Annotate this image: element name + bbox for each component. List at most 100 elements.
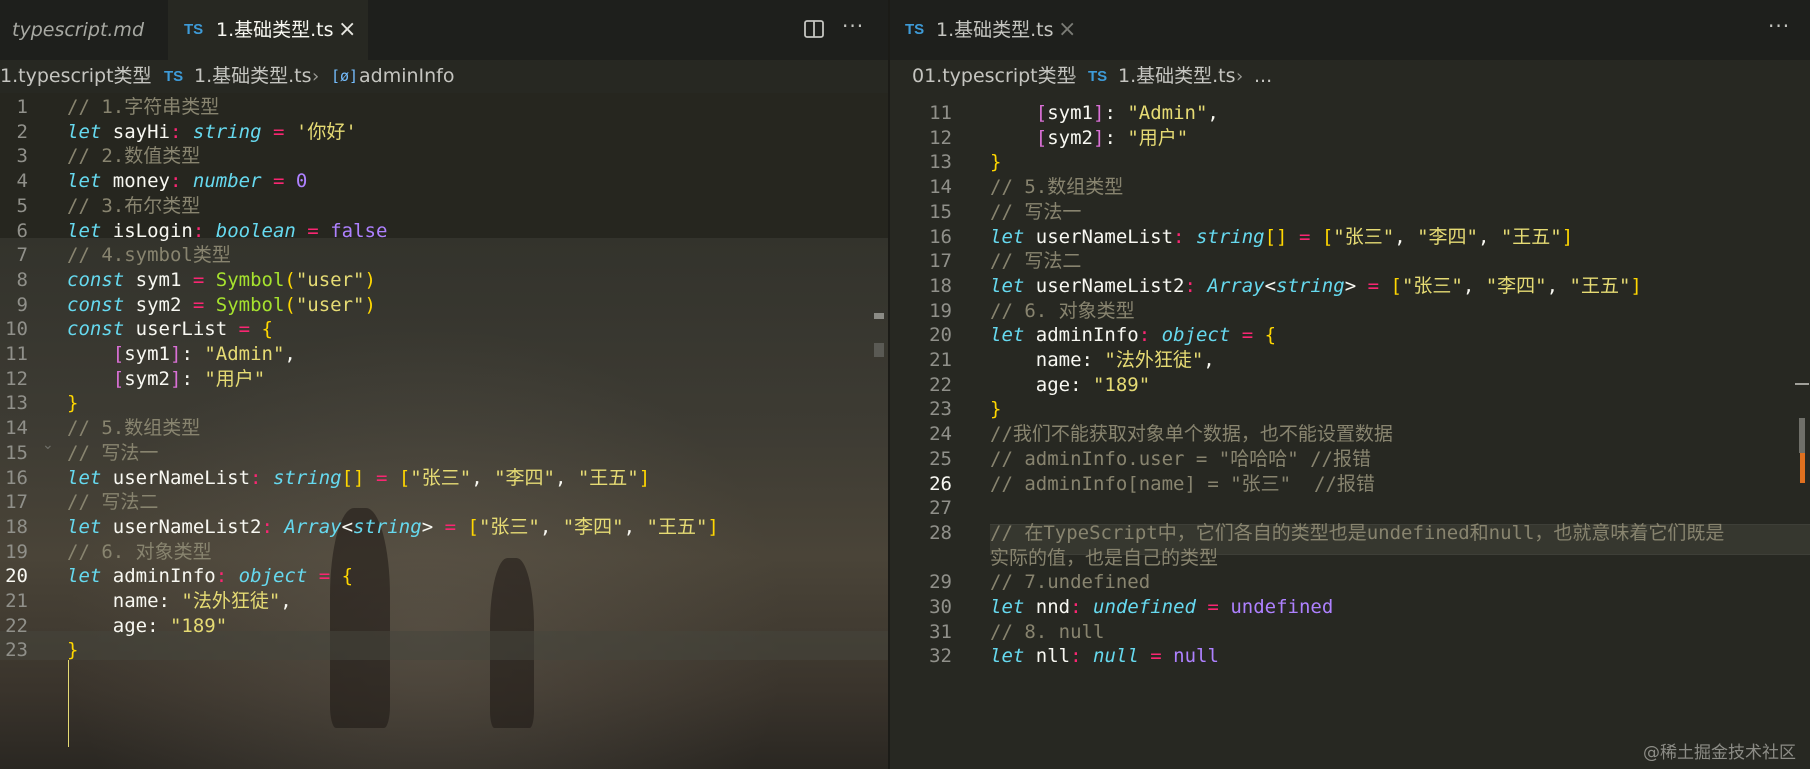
code-line[interactable]: 23}: [0, 636, 888, 665]
code-line[interactable]: 32 let nll: null = null: [890, 642, 1810, 671]
code-token: // 写法一: [67, 441, 159, 464]
code-token: }: [990, 398, 1002, 421]
code-token: :: [1184, 274, 1196, 297]
split-editor-icon[interactable]: [803, 18, 827, 42]
close-icon[interactable]: ×: [338, 0, 356, 60]
code-token: sym1: [124, 268, 193, 291]
code-token: money: [101, 170, 170, 193]
more-actions-icon[interactable]: ···: [842, 14, 866, 38]
code-token: :: [169, 170, 182, 193]
typescript-file-icon: TS: [1088, 68, 1108, 85]
code-token: nll: [1024, 645, 1071, 668]
code-token: =: [238, 318, 251, 341]
code-token: {: [1264, 324, 1277, 347]
code-editor-window: typescript.md TS 1.基础类型.ts × ··· 1.types…: [0, 0, 1810, 769]
code-token: //我们不能获取对象单个数据，也不能设置数据: [990, 423, 1393, 446]
code-token: =: [1207, 596, 1219, 618]
watermark: @稀土掘金技术社区: [1643, 743, 1796, 763]
code-token: ]: [707, 515, 719, 538]
code-token: let: [67, 219, 102, 242]
indent-guide: [68, 660, 69, 747]
code-token: =: [318, 565, 331, 588]
code-token: number: [192, 170, 262, 193]
code-token: :: [1104, 126, 1128, 149]
code-token: // 写法一: [990, 200, 1082, 223]
breadcrumb-symbol[interactable]: adminInfo: [359, 60, 455, 93]
code-token: ,: [539, 515, 563, 538]
code-token: string: [1195, 225, 1265, 248]
code-token: (: [284, 268, 296, 291]
code-token: }: [67, 392, 79, 415]
code-token: {: [261, 318, 273, 341]
code-token: ,: [1203, 349, 1215, 371]
tab-typescript-md[interactable]: typescript.md: [0, 0, 168, 60]
close-icon[interactable]: ×: [1058, 0, 1076, 60]
code-token: "189": [1092, 373, 1151, 396]
code-token: // 在TypeScript中，它们各自的类型也是undefined和null，…: [990, 521, 1725, 544]
code-token: ]: [1630, 274, 1642, 297]
tab-label: 1.基础类型.ts: [936, 19, 1054, 41]
code-token: // 8. null: [990, 620, 1105, 643]
code-token: ,: [1477, 225, 1501, 248]
code-token: let: [990, 324, 1025, 347]
code-token: =: [192, 293, 205, 316]
chevron-right-icon: ›: [1070, 66, 1078, 87]
code-token: string: [1276, 274, 1345, 297]
breadcrumb-file[interactable]: 1.基础类型.ts: [194, 60, 312, 93]
code-token: 0: [295, 170, 308, 193]
code-token: =: [444, 515, 457, 538]
code-token: // adminInfo.user = "哈哈哈" //报错: [990, 447, 1371, 470]
breadcrumb-folder[interactable]: 01.typescript类型: [912, 60, 1076, 93]
code-token: :: [250, 466, 262, 489]
tab-basic-types-ts[interactable]: TS 1.基础类型.ts ×: [890, 0, 1086, 60]
code-token: userNameList2: [101, 515, 262, 538]
scrollbar-thumb[interactable]: [1799, 418, 1805, 453]
code-area-right[interactable]: 11 [sym1]: "Admin", 12 [sym2]: "用户" 13} 14/…: [890, 93, 1810, 769]
code-token: >: [421, 515, 445, 538]
code-token: string: [353, 515, 422, 538]
more-actions-icon[interactable]: ···: [1768, 14, 1792, 38]
breadcrumb: 1.typescript类型 › TS 1.基础类型.ts › [ø] admi…: [0, 60, 888, 93]
code-token: ,: [554, 466, 578, 489]
code-area-left[interactable]: ⌄ 1// 1.字符串类型 2 let sayHi: string = '你好' 3/…: [0, 93, 888, 769]
code-token: "189": [169, 614, 228, 637]
code-token: let: [990, 596, 1025, 618]
code-token: ,: [1394, 225, 1418, 248]
code-token: >: [1344, 274, 1368, 297]
code-token: adminInfo: [101, 565, 216, 588]
code-token: undefined: [1230, 596, 1334, 618]
scrollbar-marker: [874, 343, 884, 357]
scrollbar-marker: [874, 313, 884, 319]
code-token: string: [192, 120, 262, 143]
code-token: :: [261, 515, 273, 538]
code-token: ]: [1561, 225, 1574, 248]
code-token: ]: [169, 367, 182, 390]
breadcrumb-file[interactable]: 1.基础类型.ts: [1118, 60, 1236, 93]
vertical-scrollbar[interactable]: [872, 93, 886, 769]
tab-basic-types-ts[interactable]: TS 1.基础类型.ts ×: [168, 0, 368, 60]
variable-symbol-icon: [ø]: [331, 67, 359, 85]
code-token: ]: [169, 343, 182, 365]
breadcrumb-folder[interactable]: 1.typescript类型: [0, 60, 152, 93]
code-text: let nll: null = null: [990, 642, 1219, 671]
code-token: []: [341, 466, 365, 489]
line-number: 23: [5, 639, 28, 662]
code-token: [: [398, 466, 411, 489]
typescript-file-icon: TS: [905, 21, 925, 38]
vertical-scrollbar[interactable]: [1795, 93, 1809, 769]
breadcrumb-more[interactable]: ...: [1254, 60, 1272, 93]
code-token: object: [238, 565, 308, 588]
code-token: ,: [1462, 274, 1486, 297]
code-token: const: [67, 293, 125, 316]
code-token: const: [67, 268, 125, 291]
